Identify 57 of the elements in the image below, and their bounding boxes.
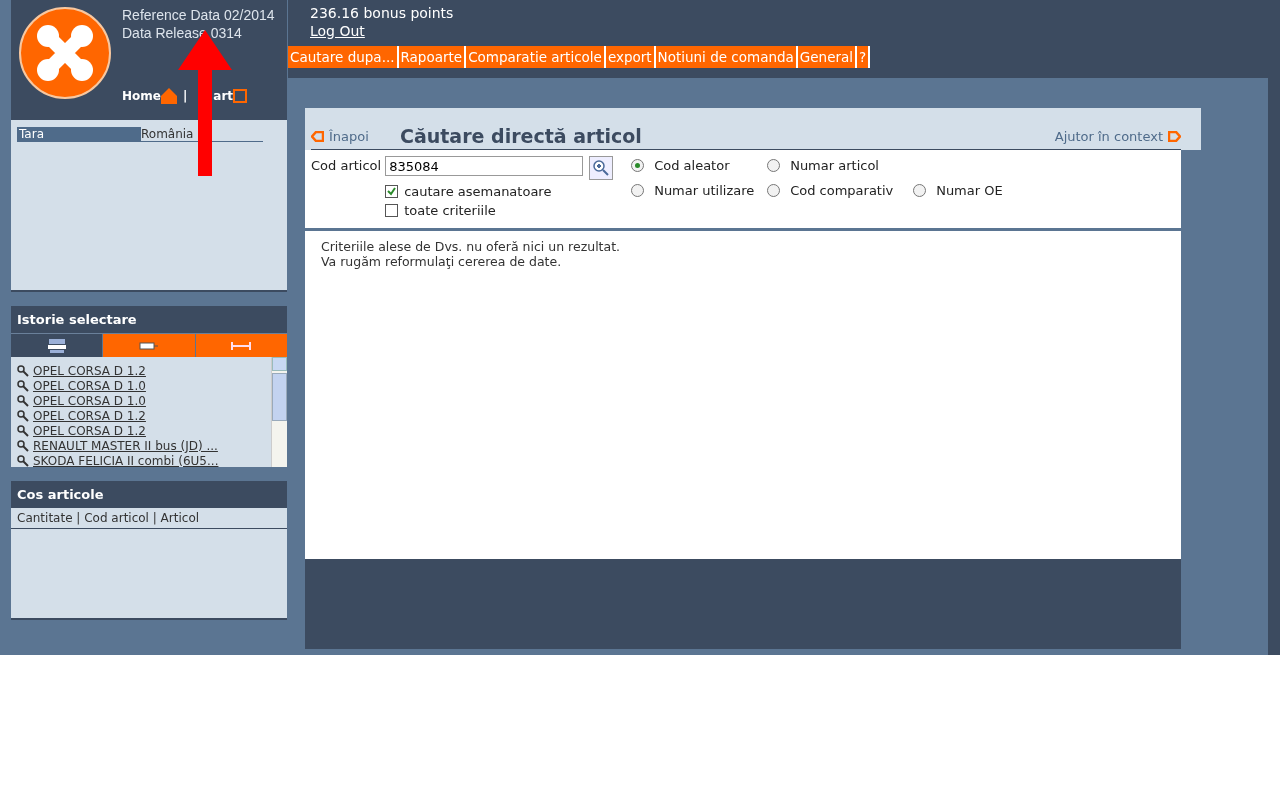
history-tab[interactable] (11, 334, 103, 357)
checkbox-label: cautare asemanatoare (404, 184, 552, 199)
logo-icon (18, 6, 112, 100)
radio-button[interactable] (767, 184, 781, 197)
search-icon (17, 379, 29, 392)
history-link[interactable]: RENAULT MASTER II bus (JD) ... (17, 438, 271, 453)
message-text: Va rugăm reformulaţi cererea de date. (321, 254, 563, 269)
history-link[interactable]: OPEL CORSA D 1.2 (17, 363, 271, 378)
radio-label: Numar articol (790, 158, 879, 173)
panel-title: Istorie selectare (11, 306, 287, 333)
cart-link[interactable]: art (213, 89, 234, 103)
history-link[interactable]: OPEL CORSA D 1.2 (17, 408, 271, 423)
history-link[interactable]: SKODA FELICIA II combi (6U5... (17, 453, 271, 467)
house-icon (160, 88, 177, 104)
cart-columns-text: Cantitate | Cod articol | Articol (11, 508, 287, 529)
page-title: Căutare directă articol (400, 125, 643, 147)
history-link[interactable]: OPEL CORSA D 1.2 (17, 423, 271, 438)
help-link[interactable]: Ajutor în context (1054, 128, 1181, 144)
back-arrow-icon (311, 130, 324, 142)
checkbox[interactable] (385, 185, 399, 198)
panel-title: Cos articole (11, 481, 287, 508)
country-label: Tara (17, 127, 141, 142)
home-link[interactable]: Home (122, 89, 161, 103)
search-icon (17, 439, 29, 452)
back-link[interactable]: Înapoi (311, 128, 400, 144)
scrollbar[interactable] (271, 357, 287, 467)
forward-arrow-icon (1168, 130, 1181, 142)
radio-label: Cod aleator (654, 158, 730, 173)
article-code-input[interactable]: 835084 (385, 156, 584, 176)
square-icon (233, 89, 248, 103)
search-icon (17, 394, 29, 407)
search-icon (17, 364, 29, 377)
history-tab[interactable] (103, 334, 195, 357)
reference-data-text: Reference Data 02/2014 (122, 6, 275, 24)
history-link[interactable]: OPEL CORSA D 1.0 (17, 393, 271, 408)
radio-button[interactable] (631, 159, 645, 172)
message-text: Criteriile alese de Dvs. nu oferă nici un rezultat. (321, 239, 622, 254)
radio-label: Cod comparativ (790, 183, 894, 198)
zoom-button[interactable] (589, 156, 614, 180)
search-icon (17, 409, 29, 422)
axle-icon (230, 340, 253, 351)
radio-button[interactable] (767, 159, 781, 172)
radio-label: Numar utilizare (654, 183, 755, 198)
bonus-points-text: 236.16 bonus points (310, 5, 455, 21)
field-label: Cod articol (311, 158, 382, 175)
checkbox-label: toate criteriile (404, 203, 496, 218)
logout-link[interactable]: Log Out (310, 23, 365, 39)
history-link[interactable]: OPEL CORSA D 1.0 (17, 378, 271, 393)
radio-button[interactable] (631, 184, 645, 197)
car-icon (46, 337, 67, 354)
search-icon (17, 454, 29, 467)
checkbox[interactable] (385, 204, 399, 217)
radio-label: Numar OE (936, 183, 1003, 198)
search-icon (17, 424, 29, 437)
radio-button[interactable] (913, 184, 927, 197)
truck-icon (139, 341, 159, 350)
separator-text: | (182, 89, 188, 103)
